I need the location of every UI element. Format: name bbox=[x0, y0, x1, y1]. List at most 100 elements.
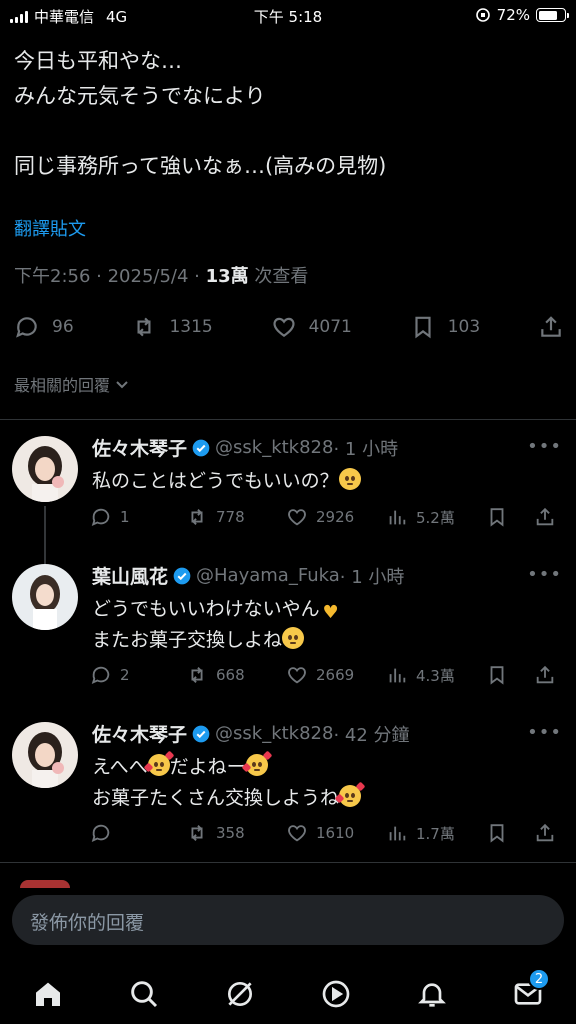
reply-like-button[interactable]: 1610 bbox=[286, 822, 386, 844]
tab-home[interactable] bbox=[24, 970, 72, 1018]
sort-label: 最相關的回覆 bbox=[14, 376, 111, 395]
smiling-face-with-hearts-icon bbox=[241, 750, 273, 776]
like-count: 4071 bbox=[308, 317, 352, 337]
heart-icon bbox=[288, 825, 306, 842]
verified-badge-icon bbox=[192, 725, 210, 742]
repost-count: 668 bbox=[216, 666, 245, 684]
smiling-face-with-hearts-icon bbox=[334, 781, 366, 807]
tab-grok[interactable] bbox=[216, 970, 264, 1018]
more-options-icon[interactable]: ••• bbox=[527, 722, 562, 743]
repost-icon bbox=[137, 317, 151, 337]
reply-share-button[interactable] bbox=[534, 822, 556, 844]
reply-like-button[interactable]: 2926 bbox=[286, 506, 386, 528]
bookmark-count: 103 bbox=[447, 317, 481, 337]
avatar[interactable] bbox=[12, 722, 78, 788]
reply-comment-button[interactable]: 2 bbox=[90, 664, 186, 686]
reply-time: · 1 小時 bbox=[333, 438, 399, 460]
repost-count: 1315 bbox=[169, 317, 213, 337]
messages-badge: 2 bbox=[528, 968, 550, 990]
partial-avatar bbox=[20, 880, 70, 888]
author-handle[interactable]: @ssk_ktk828 bbox=[215, 437, 333, 458]
author-handle[interactable]: @ssk_ktk828 bbox=[215, 723, 333, 744]
reply-bookmark-button[interactable] bbox=[486, 664, 534, 686]
analytics-icon bbox=[389, 826, 406, 841]
reply-header: 佐々木琴子 @ssk_ktk828 · 1 小時 bbox=[92, 434, 398, 461]
share-icon bbox=[536, 823, 554, 842]
bookmark-icon bbox=[490, 824, 504, 843]
heart-hands-icon: ♥ bbox=[322, 602, 339, 623]
comment-icon bbox=[91, 508, 110, 526]
bookmark-button[interactable]: 103 bbox=[410, 314, 480, 340]
reply-share-button[interactable] bbox=[534, 664, 556, 686]
reply-repost-button[interactable]: 668 bbox=[186, 664, 286, 686]
reply-bookmark-button[interactable] bbox=[486, 506, 534, 528]
avatar[interactable] bbox=[12, 436, 78, 502]
author-handle[interactable]: @Hayama_Fuka bbox=[196, 565, 340, 586]
reply-views-button[interactable]: 4.3萬 bbox=[386, 664, 486, 686]
like-count: 2669 bbox=[316, 666, 355, 684]
post-line bbox=[14, 114, 562, 149]
translate-post-link[interactable]: 翻譯貼文 bbox=[14, 215, 86, 241]
reply-text: 私のことはどうでもいいの？ bbox=[92, 466, 361, 497]
tab-messages[interactable]: 2 bbox=[504, 968, 552, 1018]
author-name[interactable]: 葉山風花 bbox=[92, 562, 168, 589]
divider bbox=[0, 862, 576, 863]
play-icon bbox=[322, 980, 350, 1008]
post-action-bar: 96 1315 4071 103 bbox=[14, 310, 564, 344]
reply-repost-button[interactable]: 778 bbox=[186, 506, 286, 528]
bookmark-icon bbox=[490, 508, 504, 527]
post-meta: 下午2:56 · 2025/5/4 · 13萬 次查看 bbox=[14, 262, 308, 288]
share-button[interactable] bbox=[538, 314, 564, 340]
repost-button[interactable]: 1315 bbox=[131, 314, 213, 340]
status-bar: 中華電信 4G 下午 5:18 72% bbox=[0, 0, 576, 30]
grok-icon bbox=[228, 982, 252, 1006]
comment-icon bbox=[16, 317, 37, 338]
tab-videos[interactable] bbox=[312, 970, 360, 1018]
reply-line: 私のことはどうでもいいの？ bbox=[92, 470, 339, 492]
heart-icon bbox=[273, 317, 295, 337]
reply-views-button[interactable]: 1.7萬 bbox=[386, 822, 486, 844]
tab-search[interactable] bbox=[120, 970, 168, 1018]
reply-button[interactable]: 96 bbox=[14, 314, 74, 340]
bottom-tab-bar: 2 bbox=[0, 962, 576, 1024]
post-text: 今日も平和やな… みんな元気そうでなにより 同じ事務所って強いなぁ…(高みの見物… bbox=[14, 44, 562, 184]
reply-input[interactable]: 發佈你的回覆 bbox=[12, 895, 564, 945]
comment-count: 1 bbox=[120, 508, 130, 526]
home-icon bbox=[36, 982, 60, 1006]
pleading-face-icon bbox=[282, 627, 305, 649]
reply-count: 96 bbox=[52, 317, 74, 337]
like-button[interactable]: 4071 bbox=[271, 314, 352, 340]
verified-badge-icon bbox=[173, 567, 191, 584]
reply-line: またお菓子交換しよね bbox=[92, 629, 283, 651]
reply-repost-button[interactable]: 358 bbox=[186, 822, 286, 844]
reply-views-button[interactable]: 5.2萬 bbox=[386, 506, 486, 528]
repost-icon bbox=[191, 509, 203, 525]
view-count: 4.3萬 bbox=[416, 666, 455, 685]
more-options-icon[interactable]: ••• bbox=[527, 436, 562, 457]
repost-count: 778 bbox=[216, 508, 245, 526]
reply-sort-selector[interactable]: 最相關的回覆 bbox=[14, 372, 130, 396]
reply-time: · 1 小時 bbox=[339, 566, 405, 588]
author-name[interactable]: 佐々木琴子 bbox=[92, 720, 187, 747]
repost-count: 358 bbox=[216, 824, 245, 842]
smiling-face-with-hearts-icon bbox=[143, 750, 175, 776]
reply-like-button[interactable]: 2669 bbox=[286, 664, 386, 686]
reply-action-bar: 358 1610 1.7萬 bbox=[90, 820, 566, 846]
tab-notifications[interactable] bbox=[408, 970, 456, 1018]
post-line: 同じ事務所って強いなぁ…(高みの見物) bbox=[14, 154, 387, 178]
pleading-face-icon bbox=[338, 468, 361, 490]
author-name[interactable]: 佐々木琴子 bbox=[92, 434, 187, 461]
share-icon bbox=[541, 316, 561, 337]
reply-time: · 42 分鐘 bbox=[333, 724, 410, 746]
reply-comment-button[interactable] bbox=[90, 822, 186, 844]
avatar[interactable] bbox=[12, 564, 78, 630]
orientation-lock-icon bbox=[475, 8, 490, 22]
more-options-icon[interactable]: ••• bbox=[527, 564, 562, 585]
reply-text: えへへ だよねー お菓子たくさん交換しようね bbox=[92, 750, 366, 814]
comment-count: 2 bbox=[120, 666, 130, 684]
view-label: 次查看 bbox=[248, 266, 309, 287]
view-count: 5.2萬 bbox=[416, 508, 455, 527]
reply-bookmark-button[interactable] bbox=[486, 822, 534, 844]
reply-share-button[interactable] bbox=[534, 506, 556, 528]
reply-comment-button[interactable]: 1 bbox=[90, 506, 186, 528]
